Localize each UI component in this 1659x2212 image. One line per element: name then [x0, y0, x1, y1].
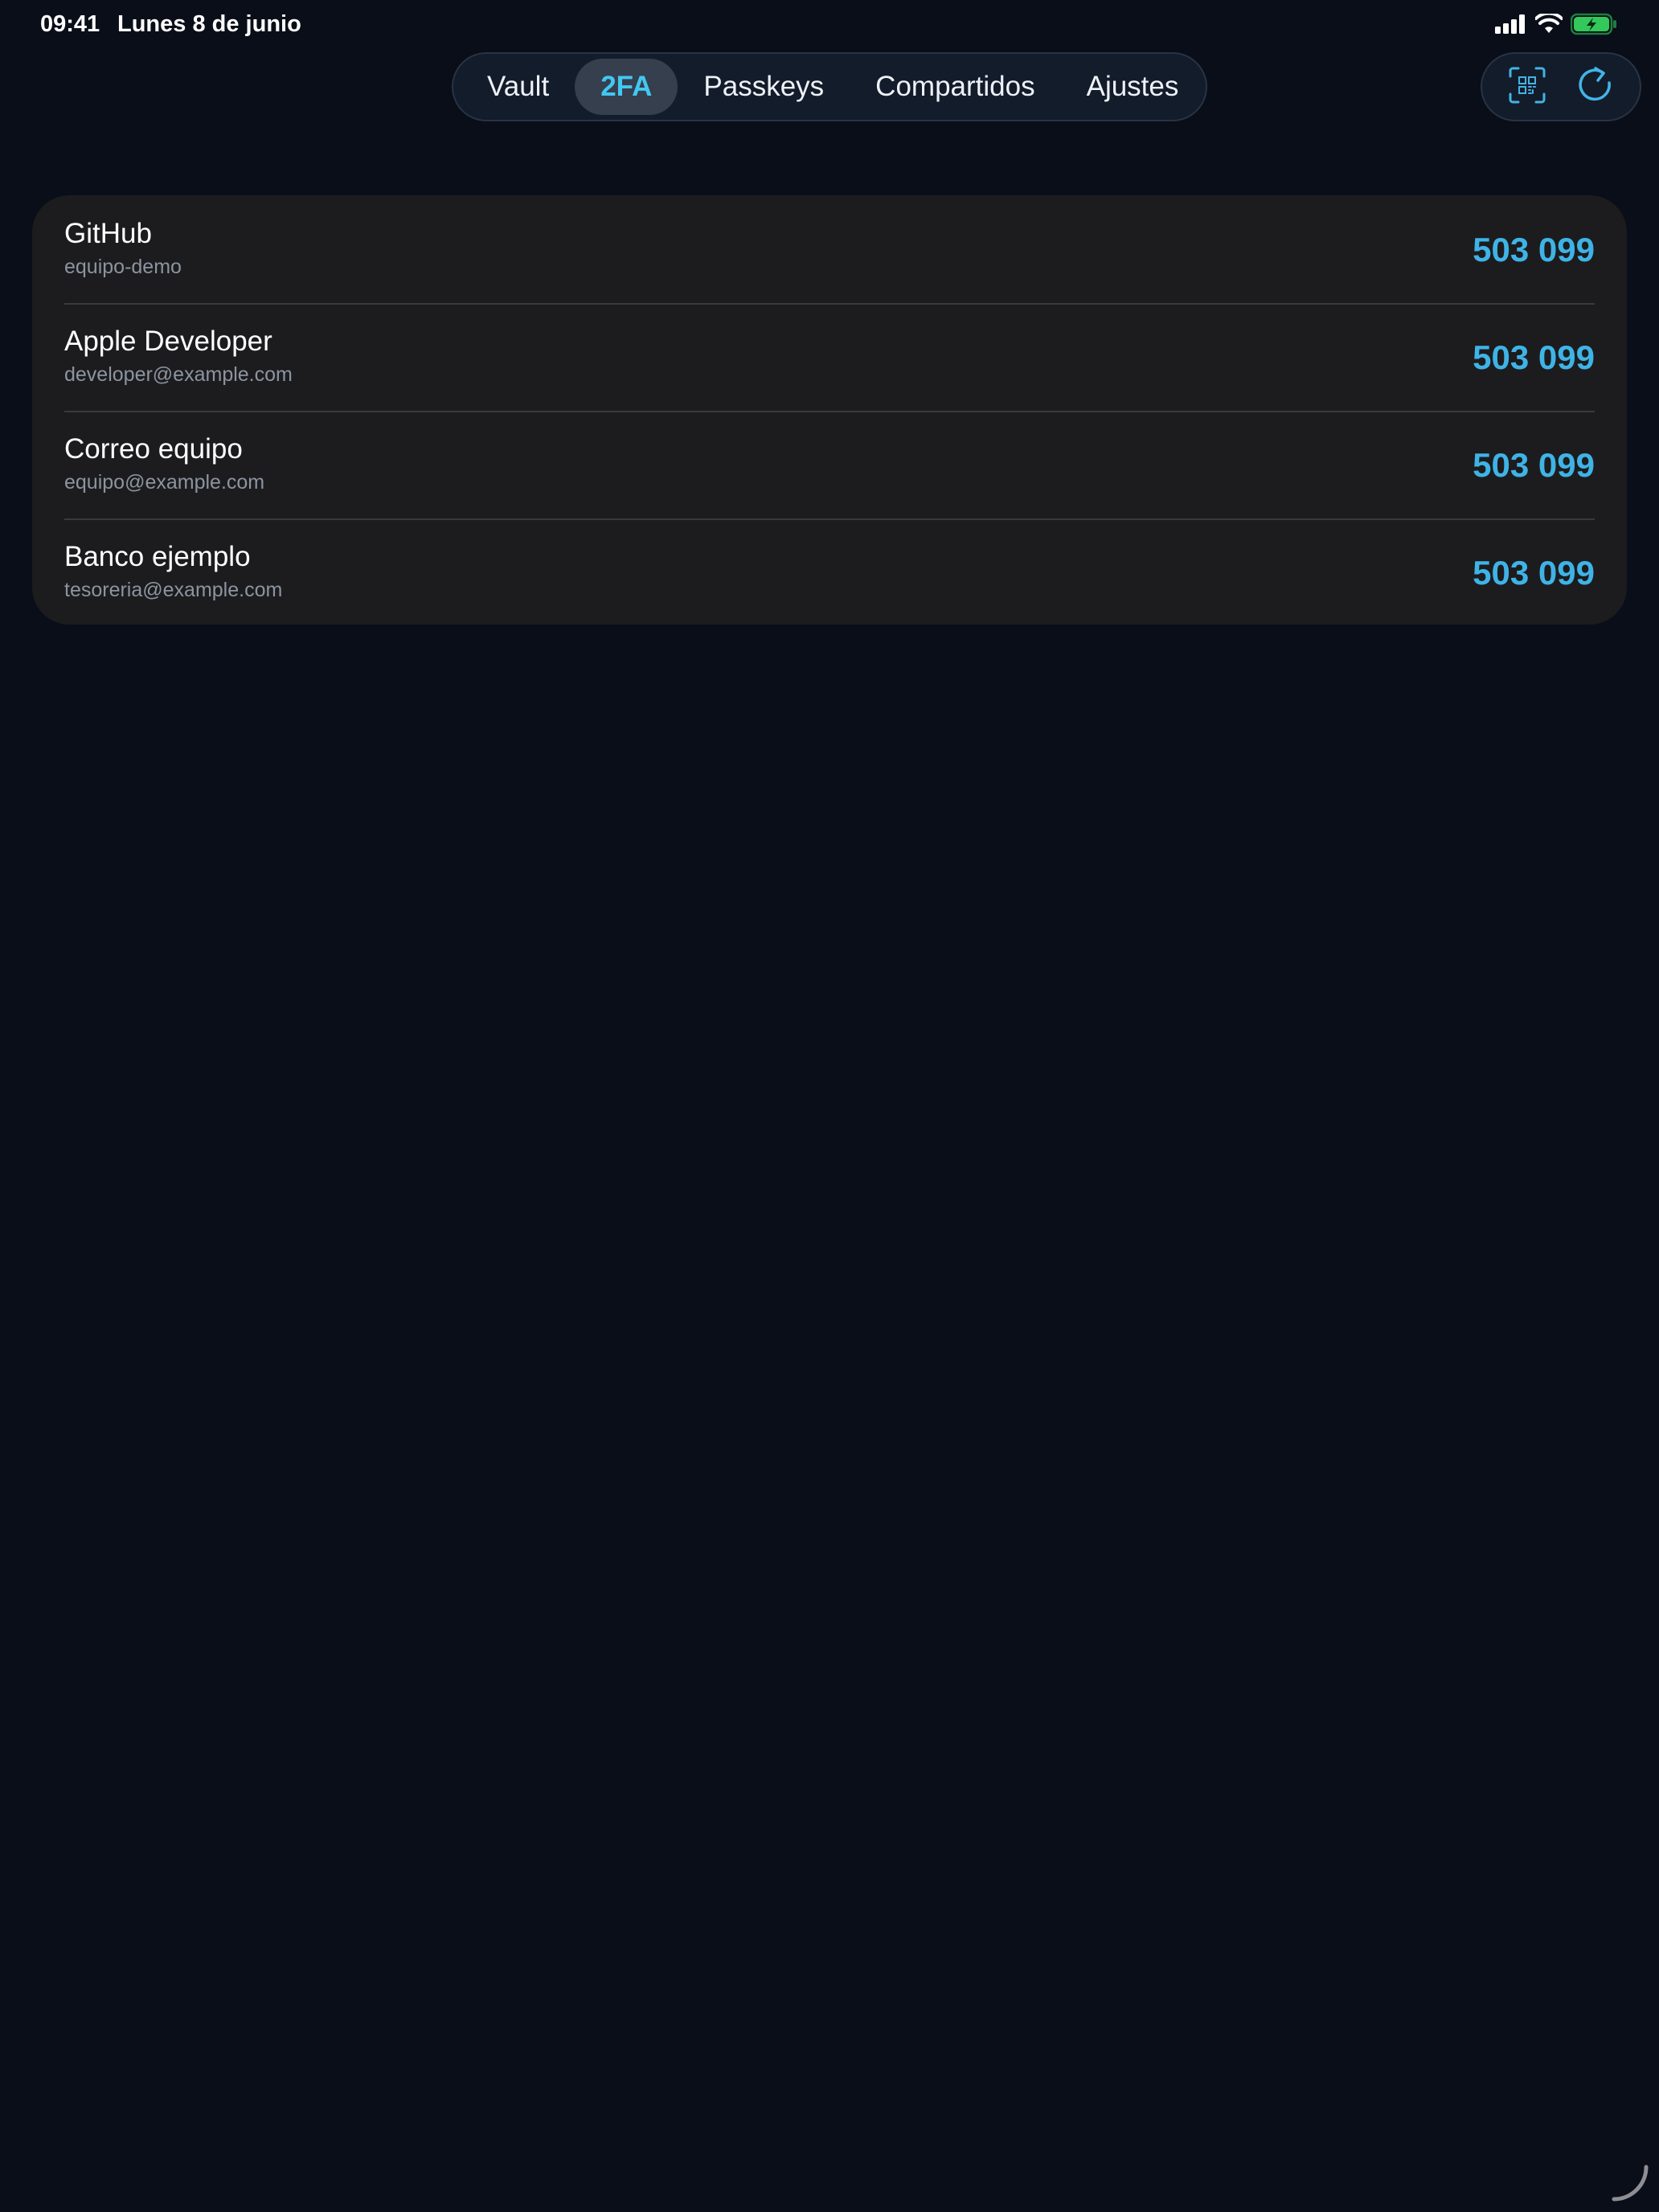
- status-date: Lunes 8 de junio: [117, 11, 301, 37]
- list-item[interactable]: Correo equipo equipo@example.com 503 099: [32, 411, 1627, 518]
- scan-qr-button[interactable]: [1499, 59, 1555, 115]
- tab-passkeys[interactable]: Passkeys: [678, 59, 850, 115]
- refresh-button[interactable]: [1567, 59, 1623, 115]
- entry-name: Apple Developer: [64, 326, 272, 357]
- entry-name: GitHub: [64, 218, 152, 249]
- status-icons: [1495, 11, 1617, 39]
- totp-code[interactable]: 503 099: [1473, 338, 1595, 377]
- battery-charging-icon: [1570, 13, 1617, 39]
- qr-scan-icon: [1509, 67, 1546, 108]
- tab-2fa[interactable]: 2FA: [575, 59, 678, 115]
- totp-code[interactable]: 503 099: [1473, 554, 1595, 592]
- entry-account: developer@example.com: [64, 363, 293, 386]
- totp-code[interactable]: 503 099: [1473, 446, 1595, 485]
- entry-name: Banco ejemplo: [64, 541, 251, 572]
- entry-account: equipo-demo: [64, 256, 182, 278]
- totp-list: GitHub equipo-demo 503 099 Apple Develop…: [32, 195, 1627, 625]
- cellular-signal-icon: [1495, 14, 1527, 38]
- list-item[interactable]: Apple Developer developer@example.com 50…: [32, 303, 1627, 411]
- tab-ajustes[interactable]: Ajustes: [1061, 59, 1205, 115]
- refresh-icon: [1576, 66, 1613, 108]
- toolbar-actions: [1481, 52, 1641, 121]
- entry-account: tesoreria@example.com: [64, 579, 283, 601]
- tab-vault[interactable]: Vault: [461, 59, 575, 115]
- status-bar: 09:41 Lunes 8 de junio: [0, 0, 1659, 51]
- list-item[interactable]: Banco ejemplo tesoreria@example.com 503 …: [32, 518, 1627, 625]
- wifi-icon: [1534, 11, 1563, 39]
- tab-bar: Vault 2FA Passkeys Compartidos Ajustes: [452, 52, 1207, 121]
- totp-code[interactable]: 503 099: [1473, 231, 1595, 269]
- tab-compartidos[interactable]: Compartidos: [850, 59, 1060, 115]
- status-time: 09:41: [40, 11, 100, 37]
- corner-indicator-icon: [1611, 2164, 1651, 2204]
- entry-account: equipo@example.com: [64, 471, 265, 494]
- list-item[interactable]: GitHub equipo-demo 503 099: [32, 195, 1627, 303]
- entry-name: Correo equipo: [64, 433, 243, 465]
